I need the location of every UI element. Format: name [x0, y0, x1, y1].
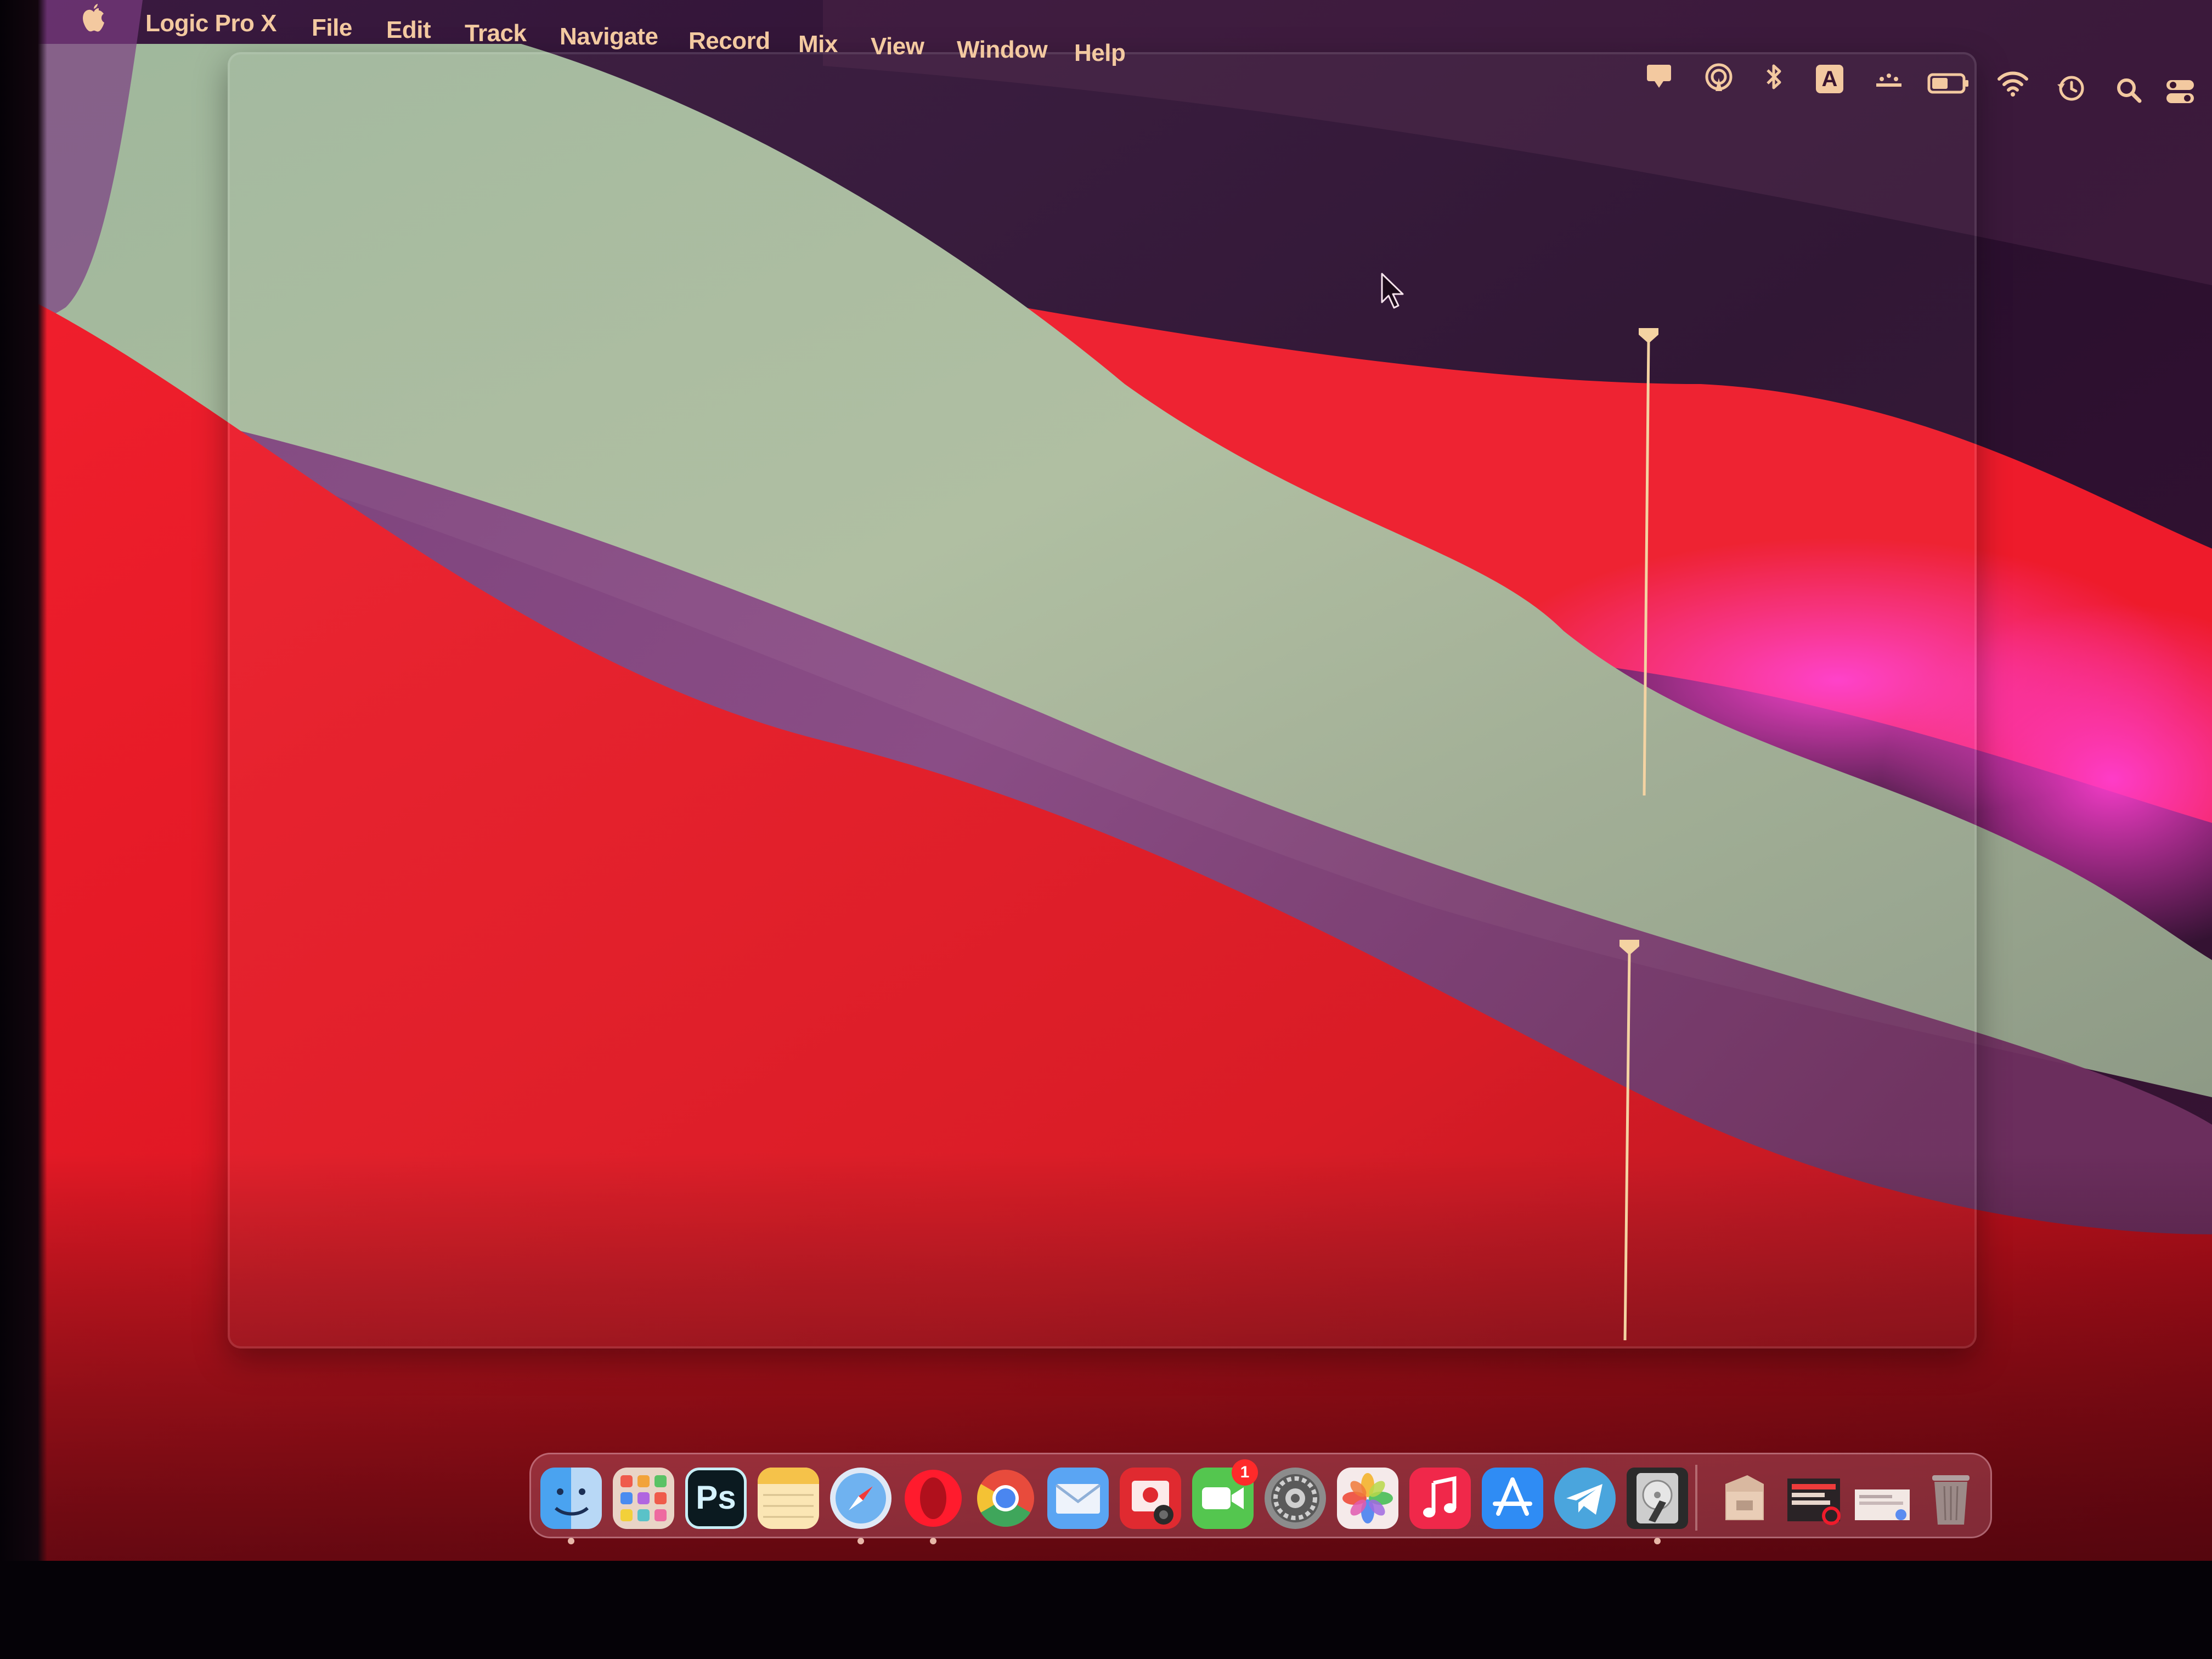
menu-navigate[interactable]: Navigate: [560, 23, 658, 50]
music-icon[interactable]: [1409, 1468, 1471, 1529]
translucent-window[interactable]: [228, 52, 1977, 1348]
chrome-icon[interactable]: [975, 1468, 1036, 1529]
photo-booth-icon[interactable]: [1120, 1468, 1181, 1529]
screen-bezel-bottom: [0, 1561, 2212, 1659]
menu-help[interactable]: Help: [1074, 40, 1126, 67]
launchpad-icon[interactable]: [613, 1468, 674, 1529]
time-machine-icon[interactable]: [2055, 72, 2087, 104]
calendar-stack-icon[interactable]: [1783, 1468, 1844, 1529]
menu-mix[interactable]: Mix: [798, 31, 838, 58]
telegram-icon[interactable]: [1554, 1468, 1616, 1529]
notes-icon[interactable]: [758, 1468, 819, 1529]
notification-flag-icon[interactable]: [1644, 60, 1675, 92]
display-icon[interactable]: [1873, 67, 1905, 99]
menu-record[interactable]: Record: [689, 27, 770, 55]
trash-icon[interactable]: [1920, 1468, 1982, 1529]
disk-utility-running-indicator: [1654, 1538, 1661, 1544]
safari-running-indicator: [857, 1538, 864, 1544]
control-center-icon[interactable]: [2164, 76, 2196, 108]
finder-icon[interactable]: [540, 1468, 602, 1529]
documents-stack-icon[interactable]: [1852, 1468, 1913, 1529]
wifi-icon[interactable]: [1997, 68, 2029, 100]
menu-edit[interactable]: Edit: [386, 16, 431, 44]
facetime-badge: 1: [1232, 1459, 1258, 1486]
system-preferences-icon[interactable]: [1265, 1468, 1326, 1529]
finder-running-indicator: [568, 1538, 574, 1544]
menu-file[interactable]: File: [312, 14, 352, 42]
input-source-icon[interactable]: A: [1816, 65, 1843, 93]
playhead-marker-top[interactable]: [1632, 324, 1665, 806]
mouse-cursor-icon: [1381, 273, 1404, 309]
menu-bar: Logic Pro X File Edit Track Navigate Rec…: [49, 0, 2212, 66]
photoshop-icon[interactable]: Ps: [685, 1468, 747, 1529]
mail-icon[interactable]: [1047, 1468, 1109, 1529]
opera-icon[interactable]: [902, 1468, 964, 1529]
bluetooth-icon[interactable]: [1758, 61, 1790, 93]
disk-utility-icon[interactable]: [1627, 1468, 1688, 1529]
dock-separator: [1695, 1465, 1697, 1531]
playhead-marker-bottom[interactable]: [1613, 935, 1646, 1341]
battery-icon[interactable]: [1927, 67, 1971, 99]
opera-running-indicator: [930, 1538, 936, 1544]
app-menu-logic-pro-x[interactable]: Logic Pro X: [145, 10, 276, 37]
downloads-stack-icon[interactable]: [1714, 1468, 1776, 1529]
airdrop-icon[interactable]: [1703, 61, 1735, 93]
menu-window[interactable]: Window: [957, 36, 1048, 64]
screen: Logic Pro X File Edit Track Navigate Rec…: [0, 0, 2212, 1659]
photoshop-label: Ps: [696, 1479, 736, 1516]
app-store-icon[interactable]: [1482, 1468, 1543, 1529]
menu-track[interactable]: Track: [465, 20, 527, 47]
safari-icon[interactable]: [830, 1468, 891, 1529]
apple-logo-icon[interactable]: [80, 3, 107, 36]
photos-icon[interactable]: [1337, 1468, 1398, 1529]
input-source-letter: A: [1821, 67, 1838, 91]
spotlight-search-icon[interactable]: [2113, 75, 2145, 106]
screen-bezel-left: [0, 0, 47, 1659]
menu-view[interactable]: View: [871, 33, 924, 60]
